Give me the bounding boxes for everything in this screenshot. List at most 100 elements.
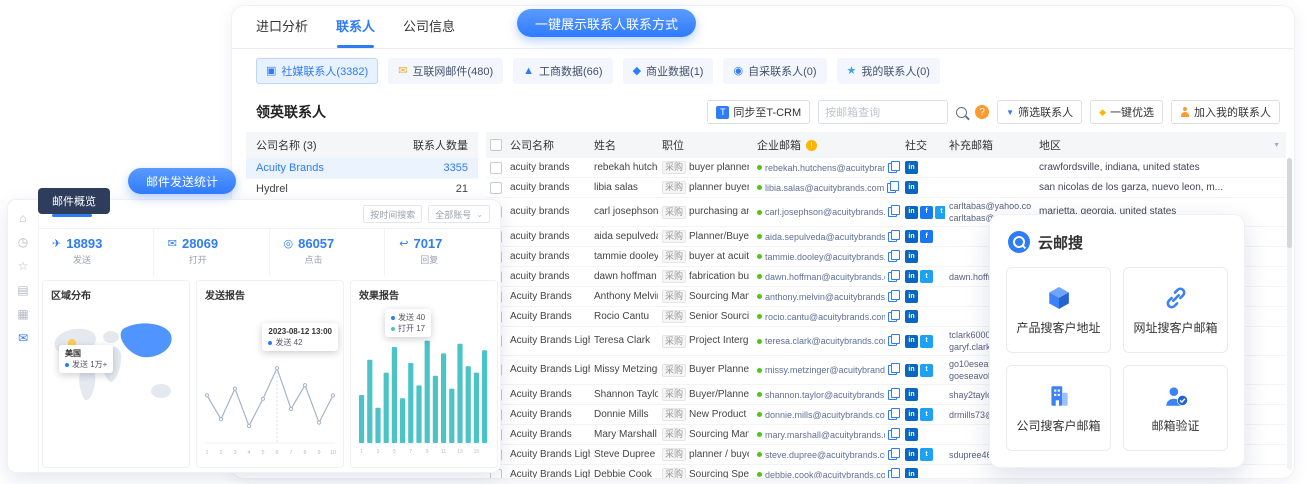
copy-icon[interactable] — [888, 390, 897, 400]
twitter-icon[interactable]: t — [920, 364, 933, 377]
home-icon[interactable]: ⌂ — [19, 212, 26, 224]
add-to-my-contacts-button[interactable]: 加入我的联系人 — [1171, 100, 1280, 124]
account-select[interactable]: 全部账号 ⌄ — [428, 205, 490, 223]
twitter-icon[interactable]: t — [935, 206, 945, 219]
company-search-button[interactable]: 公司搜客户邮箱 — [1006, 365, 1111, 451]
product-box-icon — [1046, 285, 1072, 311]
svg-text:4: 4 — [247, 450, 250, 456]
position-tag: 采购 — [662, 181, 686, 194]
copy-icon[interactable] — [888, 207, 897, 217]
scrollbar-thumb[interactable] — [1287, 158, 1292, 248]
help-icon[interactable]: ? — [975, 105, 989, 119]
search-icon[interactable] — [956, 107, 967, 118]
reply-icon: ↩ — [399, 237, 408, 250]
facebook-icon[interactable]: f — [920, 230, 933, 243]
linkedin-icon[interactable]: in — [905, 270, 918, 283]
email-search-input[interactable]: 按邮箱查询 — [818, 100, 948, 124]
optimize-icon: ◆ — [1099, 107, 1106, 118]
filter-chip[interactable]: ◆商业数据(1) — [623, 58, 714, 84]
linkedin-icon[interactable]: in — [905, 335, 918, 348]
email-warning-icon[interactable]: ! — [806, 140, 817, 151]
commerce-data-icon: ◆ — [633, 66, 641, 77]
contact-row[interactable]: acuity brandsrebekah hutchens采购buyer pla… — [486, 158, 1286, 178]
linkedin-icon[interactable]: in — [905, 388, 918, 401]
copy-icon[interactable] — [888, 365, 897, 375]
copy-icon[interactable] — [888, 272, 897, 282]
copy-icon[interactable] — [888, 430, 897, 440]
copy-icon[interactable] — [888, 336, 897, 346]
main-tab[interactable]: 联系人 — [336, 6, 375, 48]
product-search-button[interactable]: 产品搜客户地址 — [1006, 267, 1111, 353]
copy-icon[interactable] — [888, 410, 897, 420]
main-tab[interactable]: 进口分析 — [256, 6, 308, 48]
position-tag: 采购 — [662, 468, 686, 478]
linkedin-icon[interactable]: in — [905, 181, 918, 194]
stat-click: ◎86057点击 — [270, 228, 386, 276]
stat-reply: ↩7017回复 — [385, 228, 500, 276]
star-icon[interactable]: ☆ — [18, 260, 29, 272]
linkedin-icon[interactable]: in — [905, 364, 918, 377]
linkedin-icon[interactable]: in — [905, 468, 918, 478]
copy-icon[interactable] — [888, 450, 897, 460]
facebook-icon[interactable]: f — [920, 206, 933, 219]
link-icon — [1163, 285, 1189, 311]
copy-icon[interactable] — [888, 312, 897, 322]
filter-chip[interactable]: ★我的联系人(0) — [837, 58, 940, 84]
copy-icon[interactable] — [888, 470, 897, 479]
email-panel-tab[interactable]: 邮件概览 — [38, 188, 110, 214]
status-dot — [757, 274, 762, 279]
linkedin-icon[interactable]: in — [905, 206, 918, 219]
apps-icon[interactable]: ▦ — [17, 308, 28, 320]
url-search-button[interactable]: 网址搜客户邮箱 — [1123, 267, 1228, 353]
sync-tcrm-button[interactable]: T 同步至T-CRM — [707, 100, 810, 124]
filter-contacts-button[interactable]: ▼ 筛选联系人 — [997, 100, 1082, 124]
copy-icon[interactable] — [888, 232, 897, 242]
copy-icon[interactable] — [888, 163, 897, 173]
email-verify-label: 邮箱验证 — [1151, 417, 1199, 434]
mail-icon[interactable]: ✉ — [18, 332, 28, 344]
time-search-input[interactable]: 按时间搜索 — [363, 205, 422, 223]
svg-text:7: 7 — [289, 450, 292, 456]
contact-row[interactable]: acuity brandslibia salas采购planner buyerl… — [486, 178, 1286, 198]
select-all-checkbox[interactable] — [490, 139, 502, 151]
table-scrollbar[interactable] — [1287, 158, 1292, 470]
linkedin-icon[interactable]: in — [905, 428, 918, 441]
world-map — [47, 303, 185, 463]
account-select-value: 全部账号 — [435, 208, 471, 221]
sidebar-rail: ⌂ ◷ ☆ ▤ ▦ ✉ — [8, 200, 39, 472]
linkedin-icon[interactable]: in — [905, 250, 918, 263]
clock-icon[interactable]: ◷ — [18, 236, 28, 248]
linkedin-icon[interactable]: in — [905, 408, 918, 421]
legend-dot — [65, 363, 69, 367]
copy-icon[interactable] — [888, 292, 897, 302]
optimize-button[interactable]: ◆ 一键优选 — [1090, 100, 1163, 124]
svg-text:8: 8 — [303, 450, 306, 456]
linkedin-icon[interactable]: in — [905, 448, 918, 461]
twitter-icon[interactable]: t — [920, 335, 933, 348]
linkedin-icon[interactable]: in — [905, 161, 918, 174]
filter-chip[interactable]: ▣社媒联系人(3382) — [256, 58, 378, 84]
linkedin-icon[interactable]: in — [905, 230, 918, 243]
company-row[interactable]: Hydrel21 — [246, 179, 478, 200]
list-icon[interactable]: ▤ — [17, 284, 28, 296]
linkedin-icon[interactable]: in — [905, 310, 918, 323]
linkedin-icon[interactable]: in — [905, 290, 918, 303]
region-filter-icon[interactable]: ▼ — [1273, 142, 1280, 149]
filter-chip[interactable]: ✉互联网邮件(480) — [388, 58, 503, 84]
filter-chip[interactable]: ◉自采联系人(0) — [723, 58, 826, 84]
twitter-icon[interactable]: t — [920, 448, 933, 461]
main-tab[interactable]: 公司信息 — [403, 6, 455, 48]
row-checkbox[interactable] — [490, 162, 502, 174]
svg-text:9: 9 — [426, 449, 429, 455]
send-report-title: 发送报告 — [197, 281, 343, 302]
copy-icon[interactable] — [888, 252, 897, 262]
copy-icon[interactable] — [887, 183, 896, 193]
filter-chip[interactable]: ▲工商数据(66) — [513, 58, 612, 84]
twitter-icon[interactable]: t — [920, 270, 933, 283]
email-verify-button[interactable]: 邮箱验证 — [1123, 365, 1228, 451]
company-row[interactable]: Acuity Brands3355 — [246, 158, 478, 179]
twitter-icon[interactable]: t — [920, 408, 933, 421]
contacts-header: 公司名称姓名职位企业邮箱!社交补充邮箱地区▼ — [486, 132, 1286, 158]
row-checkbox[interactable] — [490, 182, 502, 194]
line-tooltip: 2023-08-12 13:00 发送 42 — [262, 323, 338, 351]
